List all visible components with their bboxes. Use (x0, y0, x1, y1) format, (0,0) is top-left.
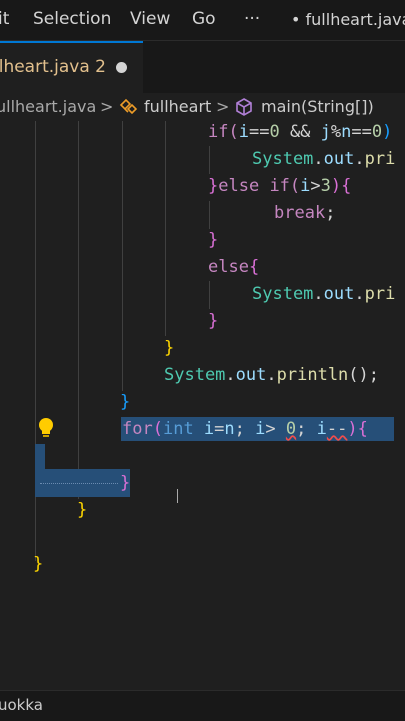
code-token: 3 (320, 176, 331, 196)
code-token: == (248, 122, 270, 142)
code-token: ; (296, 419, 317, 439)
window-title: • fullheart.java (291, 10, 405, 29)
code-token: i (300, 176, 311, 196)
code-token: println (276, 365, 349, 385)
code-token: ( (152, 419, 163, 439)
breadcrumb-method[interactable]: main(String[]) (261, 97, 374, 116)
code-line: System.out.println(); (164, 364, 379, 386)
code-line: } (33, 554, 44, 574)
code-token: -- (326, 419, 348, 439)
code-token: 0 (269, 122, 280, 142)
indent-guide (209, 146, 210, 174)
indent-guide (122, 121, 123, 391)
code-line: } (120, 392, 131, 412)
breadcrumb-separator: > (100, 97, 114, 116)
code-token: else (218, 176, 270, 196)
code-token: == (351, 122, 372, 142)
code-token: out (323, 149, 355, 169)
code-token: i (238, 122, 249, 142)
code-token: out (323, 284, 355, 304)
code-token: else (208, 257, 249, 277)
code-token: . (266, 365, 277, 385)
code-line: else{ (208, 256, 259, 278)
code-token: . (225, 365, 236, 385)
menu-edit[interactable]: it (0, 9, 9, 29)
code-token: System (252, 284, 314, 304)
code-line: if(i==0 && j%n==0) (208, 121, 392, 143)
code-line: } (208, 311, 219, 331)
code-token: { (248, 257, 260, 277)
code-token: % (330, 122, 342, 142)
menu-selection[interactable]: Selection (33, 9, 111, 29)
breadcrumb-class[interactable]: fullheart (144, 97, 211, 116)
code-token: j (320, 122, 331, 142)
code-token: if( (269, 176, 301, 196)
whitespace-marker (40, 483, 118, 484)
code-token: 0 (371, 122, 383, 142)
code-token: 0 (285, 419, 297, 439)
indent-guide (209, 201, 210, 229)
indent-guide (78, 121, 79, 499)
code-token: n (224, 419, 235, 439)
code-token: } (208, 176, 219, 196)
indent-guide (209, 281, 210, 309)
code-token: ; (234, 419, 256, 439)
tab-bar: llheart.java 2 (0, 41, 405, 93)
code-line: } (164, 338, 175, 358)
code-token: i (316, 419, 327, 439)
code-line: for(int i=n; i> 0; i--){ (122, 418, 368, 440)
code-token: pri (364, 284, 396, 304)
code-token: . (354, 284, 365, 304)
selection-highlight (35, 444, 45, 472)
breadcrumb-file[interactable]: ullheart.java (0, 97, 96, 116)
menu-go[interactable]: Go (192, 9, 216, 29)
code-line: } (208, 230, 219, 250)
code-token: System (252, 149, 314, 169)
menu-view[interactable]: View (130, 9, 170, 29)
breadcrumb-separator: > (216, 97, 230, 116)
code-token: pri (364, 149, 396, 169)
lightbulb-icon[interactable] (37, 417, 55, 443)
code-token: for (122, 419, 153, 439)
method-icon (234, 97, 254, 121)
code-line: break; (274, 202, 335, 224)
code-line: } (77, 500, 88, 520)
class-icon (118, 97, 138, 121)
code-token: break (274, 203, 326, 223)
status-bar: uokka (0, 690, 405, 721)
unsaved-dot-icon[interactable] (116, 62, 127, 73)
code-token: ){ (330, 176, 352, 196)
code-token: ; (325, 203, 336, 223)
mouse-cursor (177, 489, 178, 503)
menu-bar: it Selection View Go ··· • fullheart.jav… (0, 0, 405, 41)
code-token: int (162, 419, 204, 439)
code-token: i (203, 419, 215, 439)
code-line: } (120, 473, 131, 493)
code-token: n (341, 122, 352, 142)
code-token: . (313, 284, 324, 304)
code-token: ) (382, 122, 393, 142)
indent-guide (165, 121, 166, 336)
tab-fullheart-java[interactable]: llheart.java 2 (0, 41, 143, 93)
code-token: . (354, 149, 365, 169)
code-token: (); (348, 365, 380, 385)
code-line: System.out.pri (252, 283, 395, 305)
code-editor[interactable]: if(i==0 && j%n==0) System.out.pri }else … (0, 121, 405, 687)
code-line: System.out.pri (252, 148, 395, 170)
code-token: ){ (347, 419, 368, 439)
menu-more[interactable]: ··· (244, 9, 260, 29)
tab-label: llheart.java 2 (0, 57, 106, 77)
code-token: System (164, 365, 226, 385)
code-line: }else if(i>3){ (208, 175, 351, 197)
status-quokka[interactable]: uokka (0, 696, 43, 714)
code-token: > (265, 419, 286, 439)
code-token: && (279, 122, 321, 142)
code-token: if( (208, 122, 239, 142)
breadcrumb: ullheart.java > fullheart > main(String[… (0, 93, 405, 121)
code-token: out (235, 365, 267, 385)
code-token: > (310, 176, 321, 196)
code-token: = (214, 419, 225, 439)
code-token: i (255, 419, 266, 439)
code-token: . (313, 149, 324, 169)
